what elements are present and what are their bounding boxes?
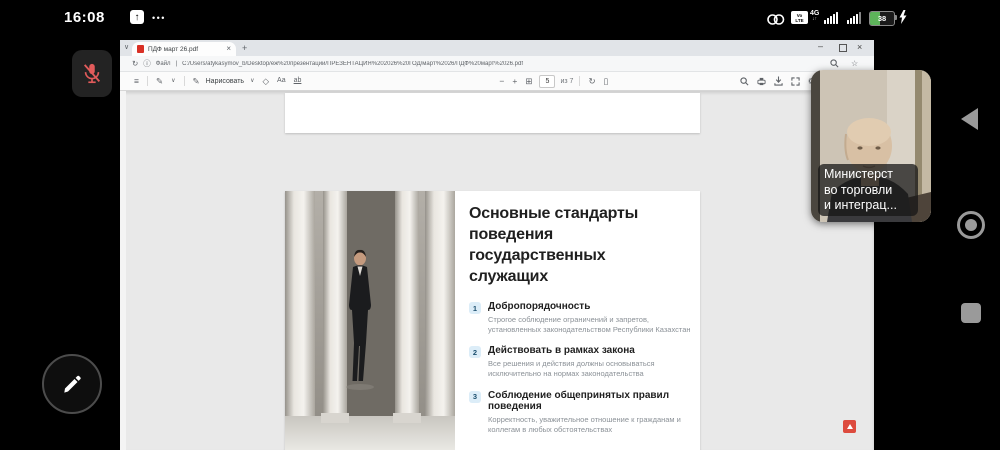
page-number-input[interactable]: 5 xyxy=(539,74,556,88)
slide-text-column: Основные стандарты поведения государстве… xyxy=(455,191,711,450)
search-icon[interactable] xyxy=(740,76,749,86)
mute-microphone-button[interactable] xyxy=(72,50,112,97)
slide-photo-colonnade xyxy=(285,191,455,450)
item-number-badge: 1 xyxy=(469,302,481,314)
nav-back-button[interactable] xyxy=(961,108,978,130)
upload-icon: ↑ xyxy=(130,10,144,24)
charging-bolt-icon xyxy=(899,10,907,24)
page-info-icon[interactable]: ⓘ xyxy=(143,59,151,68)
zoom-page-icon[interactable] xyxy=(830,59,839,68)
address-separator: | xyxy=(175,60,178,67)
network-type-label: 4G ↓↑ xyxy=(810,10,820,22)
pdf-page-previous xyxy=(285,93,700,133)
pdf-toolbar: ≡ ✎ ∨ ✎ Нарисовать ∨ ◇ Aa ab − + ⊞ 5 из … xyxy=(120,72,874,91)
bookmark-star-icon[interactable]: ☆ xyxy=(851,59,858,68)
print-icon[interactable] xyxy=(757,77,766,86)
new-tab-button[interactable]: + xyxy=(242,43,247,53)
slide-items: 1 Добропорядочность Строгое соблюдение о… xyxy=(469,301,703,435)
pen-dropdown-icon[interactable]: ∨ xyxy=(171,76,175,86)
window-restore-button[interactable] xyxy=(839,44,847,52)
nav-home-button[interactable] xyxy=(957,211,985,239)
rotate-icon[interactable]: ↻ xyxy=(588,76,595,86)
data-arrows-icon: ↓↑ xyxy=(812,16,818,22)
item-body: Строгое соблюдение ограничений и запрето… xyxy=(488,315,691,335)
zoom-out-icon[interactable]: − xyxy=(499,76,504,86)
highlight-icon[interactable]: ab xyxy=(294,76,302,86)
window-close-button[interactable]: × xyxy=(857,42,862,52)
draw-tool-icon[interactable]: ✎ xyxy=(193,76,200,86)
pdf-viewer-area[interactable]: Основные стандарты поведения государстве… xyxy=(120,91,874,450)
browser-window: ∨ ПДФ март 26.pdf × + – × ↻ ⓘ Файл | C:/… xyxy=(120,40,874,450)
window-minimize-button[interactable]: – xyxy=(818,41,823,51)
slide-item-1: 1 Добропорядочность Строгое соблюдение о… xyxy=(469,301,703,335)
data-saver-icon xyxy=(767,14,785,25)
acrobat-extension-icon[interactable] xyxy=(843,420,856,433)
slide-title: Основные стандарты поведения государстве… xyxy=(469,205,639,285)
mic-muted-icon xyxy=(83,63,101,83)
page-total-label: из 7 xyxy=(560,77,574,85)
tab-title: ПДФ март 26.pdf xyxy=(148,45,199,53)
viewer-left-edge xyxy=(120,91,126,450)
participant-video-tile[interactable]: Министерст во торговли и интеграц... xyxy=(811,70,931,222)
reload-icon[interactable]: ↻ xyxy=(132,59,138,68)
tab-close-icon[interactable]: × xyxy=(226,45,231,53)
pdf-favicon xyxy=(137,45,144,53)
save-icon[interactable] xyxy=(774,76,783,86)
item-heading: Соблюдение общепринятых правил поведения xyxy=(488,389,670,412)
battery-percent: 38 xyxy=(877,14,887,23)
volte-badge: Vo LTE xyxy=(791,11,808,24)
browser-tab[interactable]: ПДФ март 26.pdf × xyxy=(132,42,236,56)
slide-item-3: 3 Соблюдение общепринятых правил поведен… xyxy=(469,390,703,435)
zoom-page-controls: − + ⊞ 5 из 7 ↻ ▯ xyxy=(495,74,612,88)
clock: 16:08 xyxy=(64,9,105,26)
eraser-icon[interactable]: ◇ xyxy=(263,76,270,86)
page-layout-icon[interactable]: ▯ xyxy=(604,76,609,86)
contents-icon[interactable]: ≡ xyxy=(134,76,139,86)
fullscreen-icon[interactable] xyxy=(791,76,800,86)
fit-width-icon[interactable]: ⊞ xyxy=(525,76,532,86)
pen-tool-icon[interactable]: ✎ xyxy=(156,76,163,86)
battery-tip xyxy=(895,15,897,20)
signal-bars-sim2 xyxy=(847,12,861,24)
item-number-badge: 2 xyxy=(469,346,481,359)
add-text-icon[interactable]: Aa xyxy=(277,76,286,86)
phone-screen: 16:08 ↑ ••• Vo LTE 4G ↓↑ 38 ∨ ПДФ март 2… xyxy=(0,0,1000,450)
annotate-pencil-button[interactable] xyxy=(42,354,102,414)
draw-tool-label[interactable]: Нарисовать xyxy=(206,78,244,85)
slide-item-2: 2 Действовать в рамках закона Все решени… xyxy=(469,345,703,379)
tab-strip: ∨ ПДФ март 26.pdf × + – × xyxy=(120,40,874,56)
address-bar-actions: ☆ xyxy=(830,59,858,68)
tab-search-chevron-icon[interactable]: ∨ xyxy=(124,43,129,51)
item-heading: Действовать в рамках закона xyxy=(488,345,635,357)
address-url[interactable]: C:/Users/atykasymov_b/Desktop/еж%20презе… xyxy=(182,61,523,67)
battery-indicator: 38 xyxy=(869,11,895,26)
draw-dropdown-icon[interactable]: ∨ xyxy=(250,76,254,86)
item-number-badge: 3 xyxy=(469,390,481,403)
address-scheme: Файл xyxy=(155,60,171,67)
nav-recents-button[interactable] xyxy=(961,303,981,323)
pdf-page-current: Основные стандарты поведения государстве… xyxy=(285,191,700,450)
item-body: Все решения и действия должны основывать… xyxy=(488,359,655,379)
signal-bars-sim1 xyxy=(824,12,838,24)
item-body: Корректность, уважительное отношение к г… xyxy=(488,414,681,434)
zoom-in-icon[interactable]: + xyxy=(512,76,517,86)
participant-name-label: Министерст во торговли и интеграц... xyxy=(818,164,918,216)
item-heading: Добропорядочность xyxy=(488,301,591,312)
more-dots-icon: ••• xyxy=(152,13,166,23)
pencil-icon xyxy=(64,375,81,393)
address-bar[interactable]: ↻ ⓘ Файл | C:/Users/atykasymov_b/Desktop… xyxy=(120,56,874,72)
